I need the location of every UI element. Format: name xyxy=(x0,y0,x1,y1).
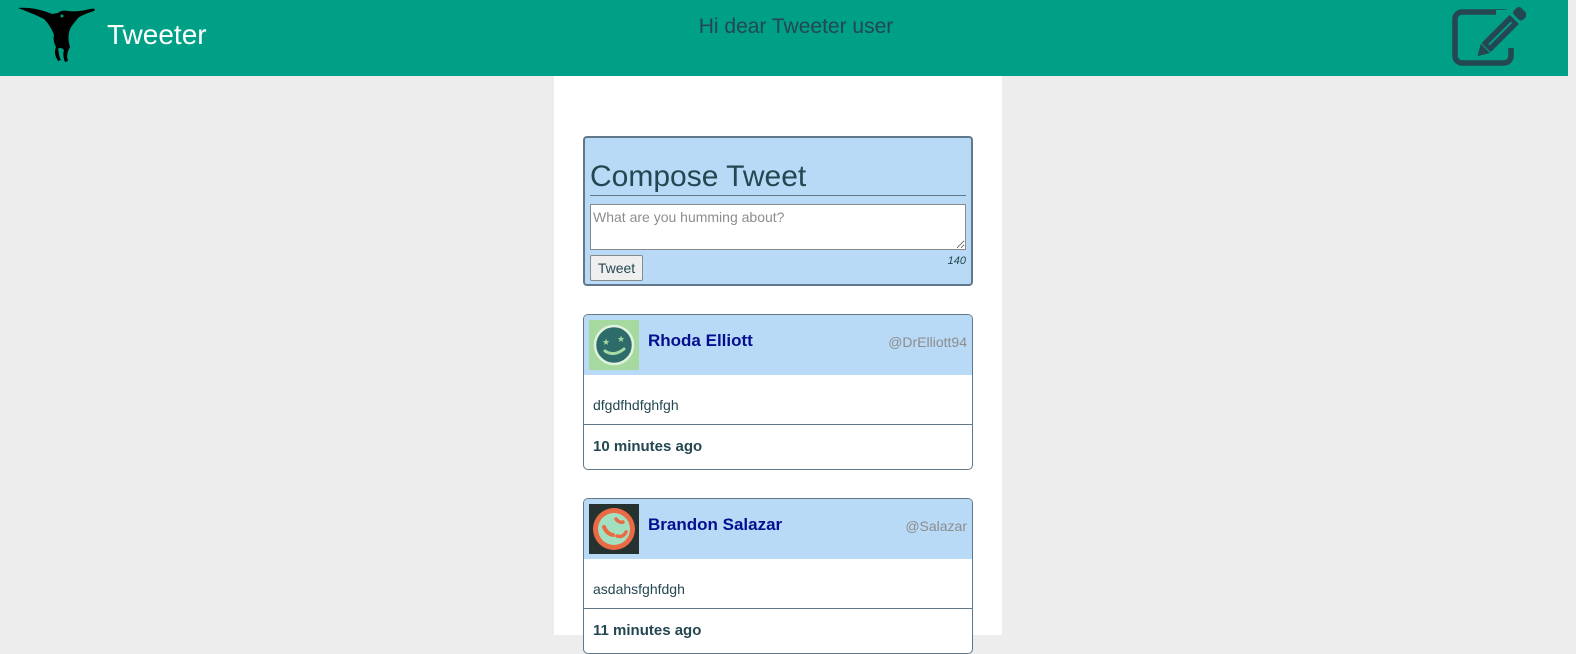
tweet-header: Brandon Salazar @Salazar xyxy=(584,499,972,559)
tweet-author-name: Rhoda Elliott xyxy=(648,331,753,350)
tweet-card: ★ ★ Rhoda Elliott @DrElliott94 dfgdfhdfg… xyxy=(583,314,973,470)
svg-text:★: ★ xyxy=(602,338,610,348)
svg-text:★: ★ xyxy=(617,335,625,345)
greeting-text: Hi dear Tweeter user xyxy=(698,15,894,38)
avatar: ★ ★ xyxy=(589,320,639,370)
tweet-text-input[interactable] xyxy=(590,204,966,250)
top-navbar: Tweeter Hi dear Tweeter user xyxy=(0,0,1568,76)
tweet-content: dfgdfhdfghfgh xyxy=(584,375,972,425)
character-counter: 140 xyxy=(947,255,966,267)
tweet-timestamp: 10 minutes ago xyxy=(593,438,703,455)
tweet-card: Brandon Salazar @Salazar asdahsfghfdgh 1… xyxy=(583,498,973,654)
pencil-square-icon[interactable] xyxy=(1452,6,1526,66)
tweet-header: ★ ★ Rhoda Elliott @DrElliott94 xyxy=(584,315,972,375)
compose-tweet-panel: Compose Tweet Tweet 140 xyxy=(583,136,973,286)
tweet-timestamp: 11 minutes ago xyxy=(593,622,702,639)
avatar xyxy=(589,504,639,554)
tweet-author-name: Brandon Salazar xyxy=(648,515,783,534)
tweet-author-handle: @DrElliott94 xyxy=(888,334,967,350)
main-container: Compose Tweet Tweet 140 ★ ★ Rhoda Elliot… xyxy=(554,76,1002,654)
tweet-submit-button[interactable]: Tweet xyxy=(590,255,643,281)
compose-title: Compose Tweet xyxy=(590,160,966,196)
tweet-content: asdahsfghfdgh xyxy=(584,559,972,609)
tweet-author-handle: @Salazar xyxy=(905,518,967,534)
